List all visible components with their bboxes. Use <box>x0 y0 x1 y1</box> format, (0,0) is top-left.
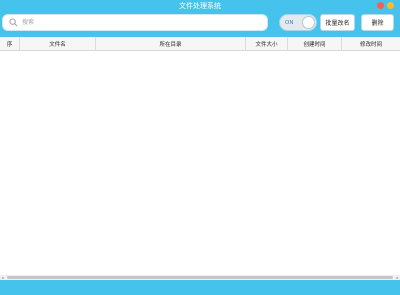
file-table: 序 文件名 所在目录 文件大小 创建时间 修改时间 <box>0 37 400 275</box>
table-header: 序 文件名 所在目录 文件大小 创建时间 修改时间 <box>0 37 400 51</box>
title-bar: 文件处理系统 <box>0 0 400 12</box>
column-header-created[interactable]: 创建时间 <box>288 37 342 51</box>
search-box[interactable] <box>2 14 268 31</box>
delete-button[interactable]: 删除 <box>361 14 394 31</box>
search-input[interactable] <box>22 16 262 29</box>
column-header-modified[interactable]: 修改时间 <box>342 37 400 51</box>
table-body <box>0 51 400 274</box>
close-dot-icon[interactable] <box>377 2 384 9</box>
search-icon <box>9 18 18 27</box>
column-header-index[interactable]: 序 <box>0 37 20 51</box>
column-header-size[interactable]: 文件大小 <box>246 37 288 51</box>
status-bar <box>0 280 400 295</box>
minimize-dot-icon[interactable] <box>387 2 394 9</box>
on-off-toggle[interactable]: ON <box>279 14 317 31</box>
column-header-directory[interactable]: 所在目录 <box>96 37 246 51</box>
toggle-knob[interactable] <box>302 16 315 29</box>
scroll-thumb[interactable] <box>7 276 393 279</box>
window-controls <box>377 2 394 9</box>
window-title: 文件处理系统 <box>179 2 221 10</box>
toggle-label: ON <box>285 19 294 26</box>
column-header-filename[interactable]: 文件名 <box>20 37 96 51</box>
batch-rename-button[interactable]: 批量改名 <box>320 14 355 31</box>
